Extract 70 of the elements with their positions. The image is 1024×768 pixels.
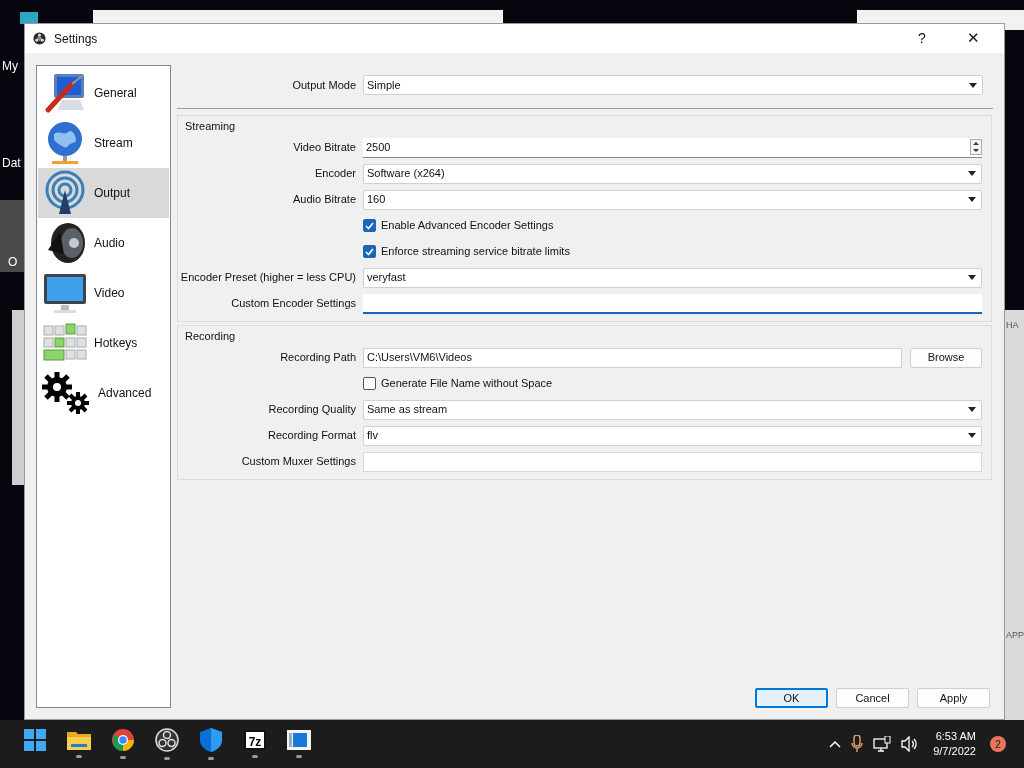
app-icon: [33, 32, 46, 45]
desktop-icon: [20, 12, 38, 24]
desktop-tile: [0, 200, 24, 272]
text-field[interactable]: [363, 293, 982, 314]
sidebar-item[interactable]: Advanced: [38, 368, 169, 418]
desktop-icon-label: My: [2, 60, 18, 72]
field-label: Output Mode: [291, 77, 357, 93]
window-text: HA: [1006, 321, 1019, 330]
field-label: Audio Bitrate: [292, 192, 357, 208]
checkbox[interactable]: [363, 219, 376, 232]
spin-arrows-icon[interactable]: [970, 139, 982, 155]
group-title: Streaming: [184, 119, 236, 132]
field-label: Recording Path: [279, 350, 357, 366]
dropdown-caret-icon: [968, 433, 976, 438]
dialog-button[interactable]: Apply: [917, 688, 990, 708]
sidebar-item[interactable]: Stream: [38, 118, 169, 168]
sidebar-item[interactable]: Hotkeys: [38, 318, 169, 368]
folder-icon[interactable]: [67, 730, 91, 750]
desktop-icon-label: Dat: [2, 157, 21, 169]
dialog-button[interactable]: OK: [755, 688, 828, 708]
dialog-button[interactable]: Cancel: [836, 688, 909, 708]
field-label: Custom Encoder Settings: [230, 296, 357, 312]
spin-field[interactable]: 2500: [363, 137, 982, 158]
field-label: Recording Quality: [267, 402, 357, 418]
dropdown-caret-icon: [969, 82, 977, 88]
dropdown[interactable]: Same as stream: [363, 399, 982, 420]
close-button[interactable]: ✕: [950, 24, 996, 53]
field-label: Custom Muxer Settings: [240, 454, 357, 470]
path-field[interactable]: C:\Users\VM6\Videos: [363, 347, 902, 368]
window-title: Settings: [54, 30, 98, 48]
checkbox-label: Enable Advanced Encoder Settings: [381, 218, 554, 234]
desktop-icon-label: O: [8, 256, 18, 268]
shield-icon[interactable]: [200, 728, 222, 752]
field-label: Encoder Preset (higher = less CPU): [179, 270, 357, 286]
microphone-icon[interactable]: [851, 735, 864, 753]
sidebar-item[interactable]: Output: [38, 168, 169, 218]
clock[interactable]: 6:53 AM 9/7/2022: [929, 729, 980, 759]
start-icon[interactable]: [24, 729, 46, 751]
window-app-icon[interactable]: [287, 730, 311, 750]
checkbox[interactable]: [363, 245, 376, 258]
dropdown[interactable]: veryfast: [363, 267, 982, 288]
checkbox-label: Enforce streaming service bitrate limits: [381, 244, 570, 260]
sidebar-item[interactable]: Video: [38, 268, 169, 318]
browse-button[interactable]: Browse: [910, 347, 982, 368]
field-label: Video Bitrate: [292, 140, 357, 156]
dropdown[interactable]: 160: [363, 189, 982, 210]
dropdown-caret-icon: [968, 407, 976, 412]
dropdown-caret-icon: [968, 275, 976, 280]
field-label: Encoder: [314, 166, 357, 182]
dropdown-caret-icon: [968, 171, 976, 176]
dropdown[interactable]: Software (x264): [363, 163, 982, 184]
chrome-icon[interactable]: [112, 729, 134, 751]
field-label: Recording Format: [266, 428, 357, 444]
notification-badge[interactable]: 2: [990, 736, 1006, 752]
dropdown-caret-icon: [968, 197, 976, 202]
sidebar-item[interactable]: General: [38, 68, 169, 118]
network-icon[interactable]: [873, 736, 892, 752]
record-app-icon[interactable]: [155, 728, 179, 752]
help-button[interactable]: ?: [902, 24, 942, 53]
dropdown[interactable]: flv: [363, 425, 982, 446]
volume-icon[interactable]: [901, 736, 920, 752]
gears-icon: [42, 370, 92, 416]
group-title: Recording: [184, 329, 236, 342]
archive-app-icon[interactable]: 7z: [244, 730, 266, 750]
chevron-up-icon[interactable]: [829, 740, 842, 748]
checkbox[interactable]: [363, 377, 376, 390]
window-text: APP: [1006, 631, 1024, 640]
sidebar-item[interactable]: Audio: [38, 218, 169, 268]
checkbox-label: Generate File Name without Space: [381, 376, 553, 392]
dropdown[interactable]: Simple: [363, 75, 983, 95]
